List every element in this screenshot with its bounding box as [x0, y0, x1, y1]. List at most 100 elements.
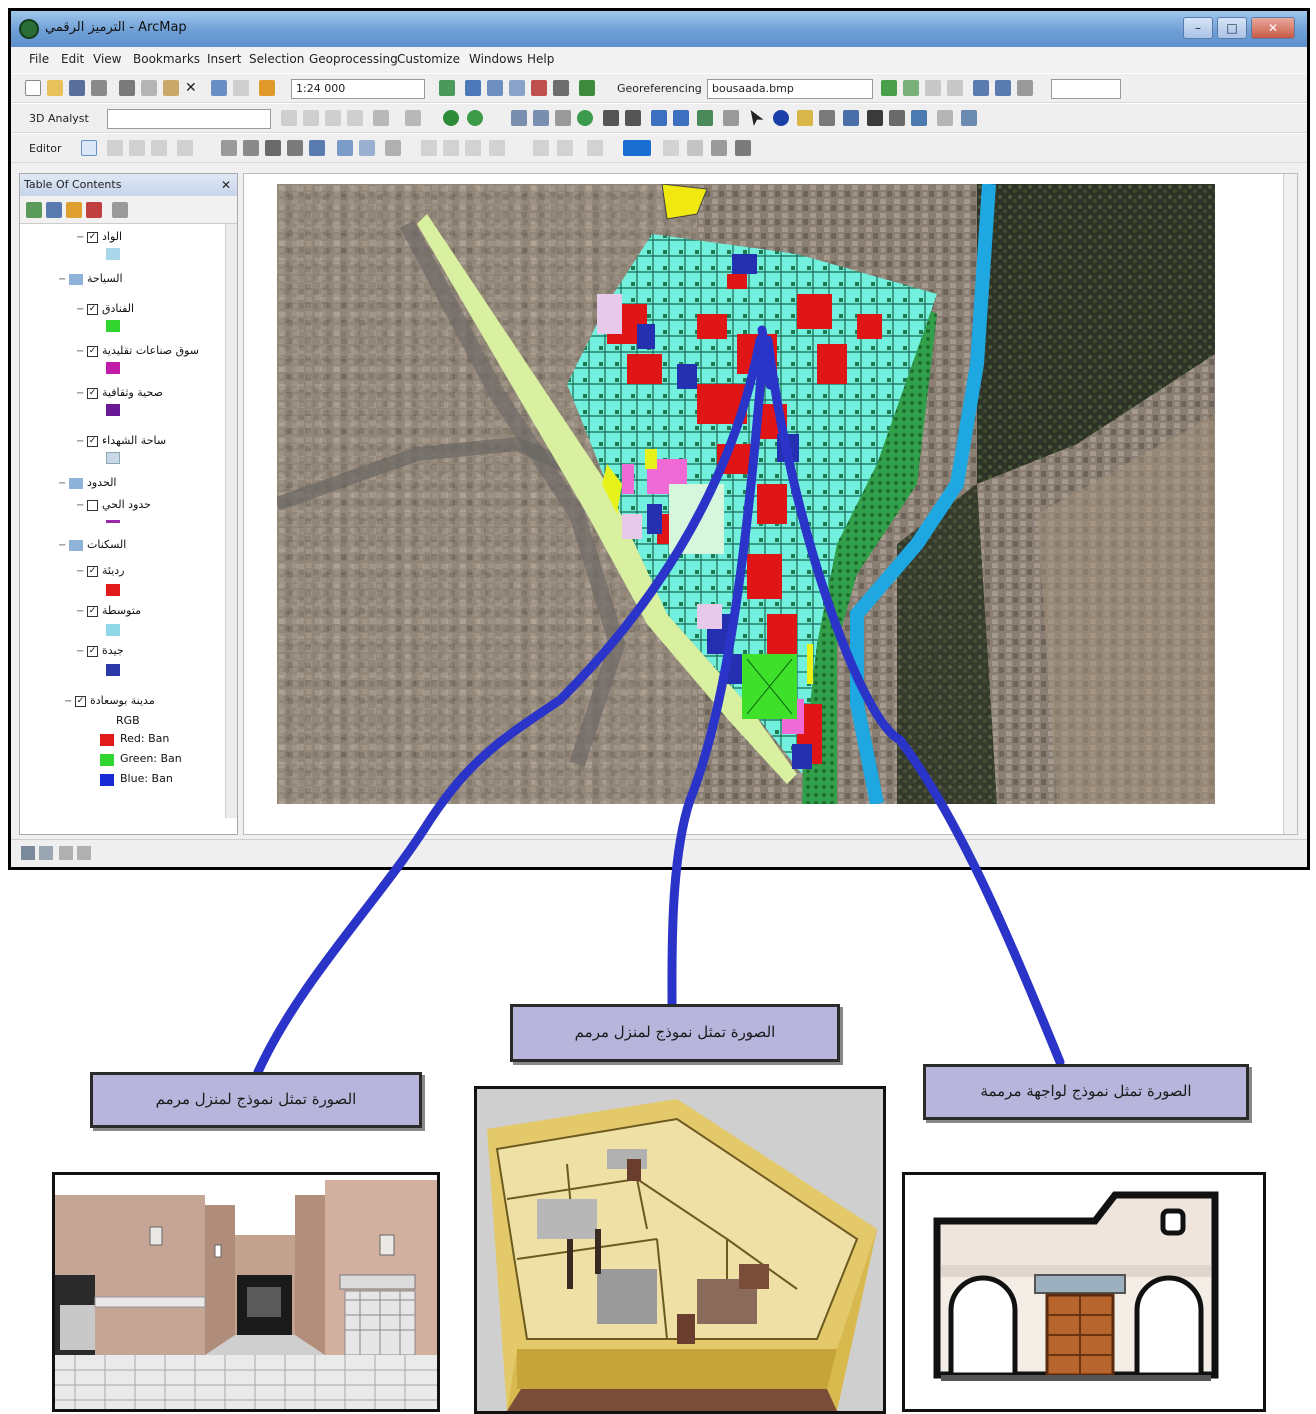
group-row[interactable]: − الحدود: [58, 476, 117, 489]
edit-vertices-icon[interactable]: [221, 140, 237, 156]
layer-checkbox[interactable]: ✓: [87, 435, 98, 447]
draw-rect-icon[interactable]: [465, 140, 481, 156]
profile-graph-icon[interactable]: [347, 110, 363, 126]
straight-segment-icon[interactable]: [129, 140, 145, 156]
full-extent-icon[interactable]: [467, 110, 483, 126]
layer-checkbox[interactable]: ✓: [87, 387, 98, 399]
font-icon[interactable]: [533, 140, 549, 156]
toc-close-icon[interactable]: ✕: [221, 174, 231, 196]
open-folder-icon[interactable]: [47, 80, 63, 96]
link-table-icon[interactable]: [973, 80, 989, 96]
save-icon[interactable]: [69, 80, 85, 96]
edit-tool-icon[interactable]: [81, 140, 97, 156]
menu-file[interactable]: File: [29, 52, 49, 66]
measure-icon[interactable]: [843, 110, 859, 126]
line-color-icon[interactable]: [663, 140, 679, 156]
rotate-icon[interactable]: [903, 80, 919, 96]
toc-options-icon[interactable]: [112, 202, 128, 218]
toc-header[interactable]: Table Of Contents ✕: [20, 174, 237, 196]
find-icon[interactable]: [867, 110, 883, 126]
menu-customize[interactable]: Customize: [397, 52, 460, 66]
toc-scrollbar[interactable]: [225, 224, 237, 818]
layer-row[interactable]: − حدود الحي: [76, 498, 151, 511]
layer-row[interactable]: − ✓ جيدة: [76, 644, 124, 657]
back-extent-icon[interactable]: [651, 110, 667, 126]
zoom-in-icon[interactable]: [511, 110, 527, 126]
contour-icon[interactable]: [281, 110, 297, 126]
rectify-icon[interactable]: [1017, 80, 1033, 96]
fill-color-icon[interactable]: [623, 140, 651, 156]
identify-icon[interactable]: [773, 110, 789, 126]
data-view-icon[interactable]: [21, 846, 35, 860]
attributes-icon[interactable]: [337, 140, 353, 156]
layer-row[interactable]: − ✓ ساحة الشهداء: [76, 434, 166, 447]
cut-polygons-icon[interactable]: [265, 140, 281, 156]
menu-help[interactable]: Help: [527, 52, 554, 66]
layer-checkbox[interactable]: ✓: [87, 345, 98, 357]
arctoolbox-icon[interactable]: [531, 80, 547, 96]
3d-layer-dropdown[interactable]: [107, 109, 271, 129]
search-window-icon[interactable]: [509, 80, 525, 96]
layer-row[interactable]: − ✓ الواد: [76, 230, 122, 243]
zoom-out-icon[interactable]: [533, 110, 549, 126]
editor-toolbar-icon[interactable]: [439, 80, 455, 96]
bold-icon[interactable]: [587, 140, 603, 156]
create-features-icon[interactable]: [385, 140, 401, 156]
undo-icon[interactable]: [211, 80, 227, 96]
font-color-icon[interactable]: [687, 140, 703, 156]
new-document-icon[interactable]: [25, 80, 41, 96]
satellite-map[interactable]: [277, 184, 1215, 804]
map-scale-dropdown[interactable]: 1:24 000: [291, 79, 425, 99]
print-preview-icon[interactable]: [711, 140, 727, 156]
hyperlink-icon[interactable]: [797, 110, 813, 126]
point-icon[interactable]: [177, 140, 193, 156]
list-by-drawing-order-icon[interactable]: [26, 202, 42, 218]
layer-checkbox[interactable]: ✓: [87, 605, 98, 617]
list-by-source-icon[interactable]: [46, 202, 62, 218]
catalog-window-icon[interactable]: [487, 80, 503, 96]
redo-icon[interactable]: [233, 80, 249, 96]
title-bar[interactable]: الترميز الرقمي - ArcMap – □ ✕: [11, 11, 1307, 47]
map-vertical-scrollbar[interactable]: [1283, 174, 1297, 834]
maximize-button[interactable]: □: [1217, 17, 1247, 39]
menu-insert[interactable]: Insert: [207, 52, 241, 66]
group-row[interactable]: − السياحة: [58, 272, 123, 285]
select-features-icon[interactable]: [697, 110, 713, 126]
layer-checkbox[interactable]: ✓: [87, 645, 98, 657]
close-button[interactable]: ✕: [1251, 17, 1295, 39]
georef-layer-dropdown[interactable]: bousaada.bmp: [707, 79, 873, 99]
steepest-path-icon[interactable]: [303, 110, 319, 126]
shift-icon[interactable]: [925, 80, 941, 96]
scale-icon[interactable]: [947, 80, 963, 96]
export-icon[interactable]: [735, 140, 751, 156]
layer-checkbox[interactable]: ✓: [75, 695, 86, 707]
sketch-properties-icon[interactable]: [359, 140, 375, 156]
cut-icon[interactable]: [119, 80, 135, 96]
print-icon[interactable]: [91, 80, 107, 96]
menu-geoprocessing[interactable]: Geoprocessing: [309, 52, 398, 66]
forward-extent-icon[interactable]: [673, 110, 689, 126]
menu-selection[interactable]: Selection: [249, 52, 304, 66]
draw-tools-icon[interactable]: [421, 140, 437, 156]
menu-edit[interactable]: Edit: [61, 52, 84, 66]
refresh-icon[interactable]: [59, 846, 73, 860]
fixed-zoom-out-icon[interactable]: [625, 110, 641, 126]
layer-row[interactable]: − ✓ سوق صناعات تقليدية: [76, 344, 199, 357]
globe-icon[interactable]: [443, 110, 459, 126]
layer-row[interactable]: − ✓ صحية وثقافية: [76, 386, 163, 399]
fixed-zoom-in-icon[interactable]: [603, 110, 619, 126]
toolbar-empty-field[interactable]: [1051, 79, 1121, 99]
add-data-icon[interactable]: [259, 80, 275, 96]
create-viewer-icon[interactable]: [961, 110, 977, 126]
raster-layer-row[interactable]: − ✓ مدينة بوسعادة: [64, 694, 155, 707]
model-builder-icon[interactable]: [579, 80, 595, 96]
editor-menu[interactable]: Editor: [29, 142, 62, 155]
copy-icon[interactable]: [141, 80, 157, 96]
layout-view-icon[interactable]: [39, 846, 53, 860]
viewer-icon[interactable]: [995, 80, 1011, 96]
python-window-icon[interactable]: [553, 80, 569, 96]
interpolate-icon[interactable]: [373, 110, 389, 126]
layer-checkbox[interactable]: [87, 499, 98, 511]
menu-view[interactable]: View: [93, 52, 121, 66]
layer-row[interactable]: − ✓ متوسطة: [76, 604, 141, 617]
